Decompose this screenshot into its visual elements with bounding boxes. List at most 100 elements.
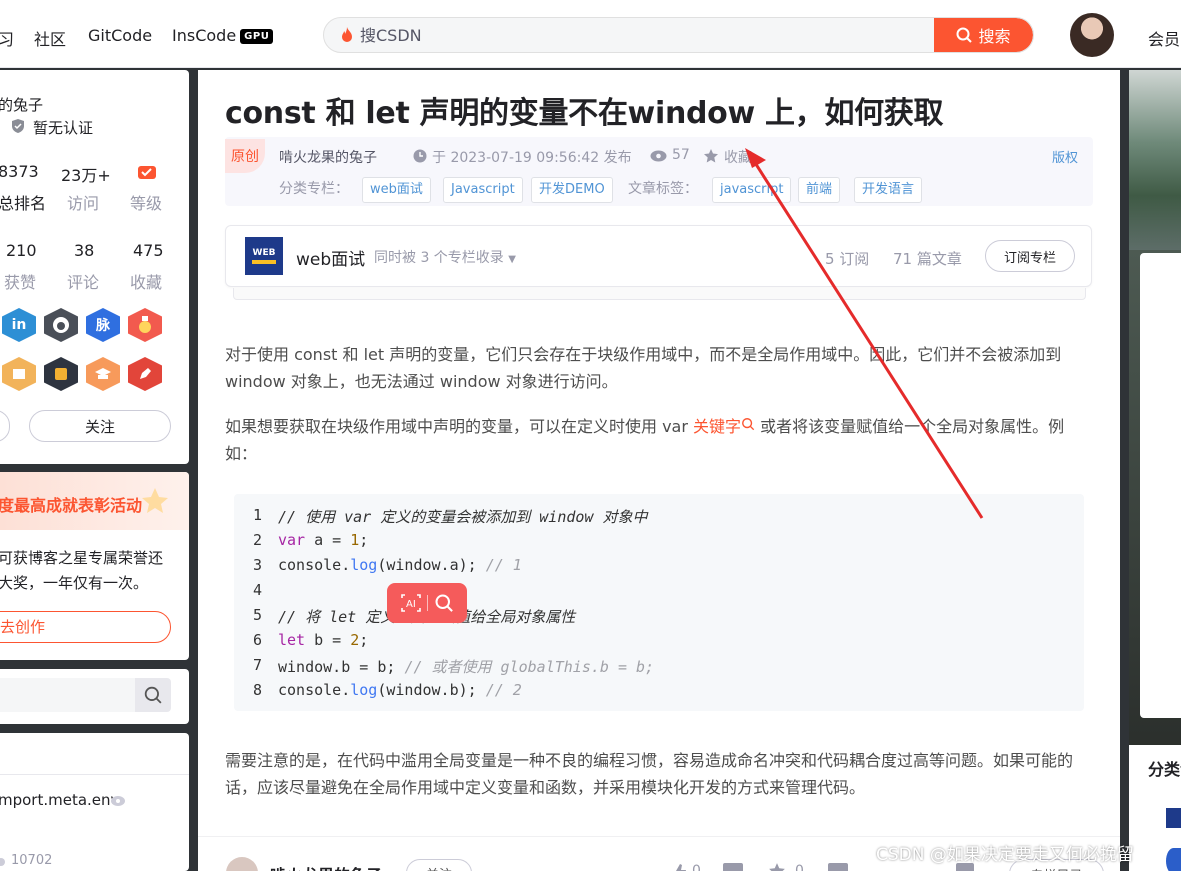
column-tag[interactable]: web面试 <box>362 177 431 203</box>
medal-icon <box>139 316 151 333</box>
publish-time: 于 2023-07-19 09:56:42 发布 <box>432 150 632 166</box>
column-also-text: 同时被 3 个专栏收录 <box>374 250 504 266</box>
pen-badge-icon[interactable] <box>128 357 162 391</box>
like-icon[interactable] <box>670 863 688 871</box>
category-icon[interactable] <box>1166 848 1181 871</box>
like-count: 0 <box>692 863 701 871</box>
column-also[interactable]: 同时被 3 个专栏收录 ▼ <box>374 247 516 267</box>
cert-status: 暂无认证 <box>33 119 94 137</box>
star-icon[interactable] <box>768 862 786 871</box>
code-line: window.b = b; // 或者使用 globalThis.b = b; <box>278 658 655 676</box>
line-number: 4 <box>252 581 262 599</box>
blog-search-input[interactable] <box>0 678 136 712</box>
hat-icon <box>95 368 111 379</box>
stat-favs-value: 475 <box>133 241 164 260</box>
watermark: CSDN @如果决定要走又何必挽留 <box>876 845 1134 865</box>
bottom-follow-button[interactable]: 关注 <box>406 859 472 871</box>
category-icon[interactable] <box>1166 808 1181 828</box>
bottom-author-name[interactable]: 啃火龙果的兔子 <box>270 862 382 871</box>
article-meta: 原创 啃火龙果的兔子 于 2023-07-19 09:56:42 发布 57 收… <box>225 137 1093 206</box>
ai-icon[interactable]: AI <box>400 593 422 613</box>
column-article-count: 71 篇文章 <box>893 250 962 268</box>
article-tag[interactable]: javascript <box>712 177 792 203</box>
column-tag[interactable]: Javascript <box>443 177 523 203</box>
article-title: const 和 let 声明的变量不在window 上，如何获取 <box>225 96 944 131</box>
tag-label: 文章标签： <box>628 181 698 197</box>
nav-item-learn[interactable]: 习 <box>0 26 14 50</box>
medal-badge-icon[interactable] <box>128 308 162 342</box>
toolbar-divider <box>427 595 429 611</box>
nav-item-inscode[interactable]: InsCode GPU <box>172 26 274 45</box>
line-number: 1 <box>252 506 262 524</box>
member-link[interactable]: 会员 <box>1148 26 1180 50</box>
search-bar: 搜索 <box>323 17 1034 53</box>
copyright-link[interactable]: 版权 <box>1052 147 1078 166</box>
code-line: console.log(window.b); // 2 <box>278 681 522 699</box>
code-line: let b = 2; <box>278 631 369 649</box>
study-badge-icon[interactable] <box>86 357 120 391</box>
subscribe-button[interactable]: 订阅专栏 <box>985 240 1075 272</box>
gpu-badge: GPU <box>240 29 274 44</box>
nav-item-gitcode[interactable]: GitCode <box>88 26 152 45</box>
profile-name[interactable]: 的兔子 <box>0 94 43 115</box>
column-logo-text: WEB <box>252 248 276 258</box>
logo-bar <box>252 260 276 264</box>
inscode-label: InsCode <box>172 26 237 45</box>
blog-search-button[interactable] <box>135 678 171 712</box>
article-tag[interactable]: 开发语言 <box>854 177 923 203</box>
nav-item-community[interactable]: 社区 <box>34 26 66 50</box>
column-name[interactable]: web面试 <box>296 245 365 270</box>
paragraph: 需要注意的是，在代码中滥用全局变量是一种不良的编程习惯，容易造成命名冲突和代码耦… <box>225 751 1074 797</box>
search-icon[interactable] <box>434 593 454 613</box>
collect-link[interactable]: 收藏 <box>724 147 752 167</box>
level-icon <box>138 166 156 179</box>
column-card: WEB web面试 同时被 3 个专栏收录 ▼ 5 订阅 71 篇文章 订阅专栏 <box>225 225 1092 300</box>
caret-down-icon: ▼ <box>508 254 516 265</box>
search-icon <box>956 27 973 43</box>
dislike-icon[interactable] <box>723 863 743 871</box>
create-button[interactable]: 去创作 <box>0 611 171 643</box>
top-navbar: 习 社区 GitCode InsCodeGPU 搜索 会员 <box>0 0 1181 68</box>
contact-badge-icon[interactable]: 脉 <box>86 308 120 342</box>
line-number: 8 <box>252 681 262 699</box>
code-block[interactable]: 1 2 3 4 5 6 7 8 // 使用 var 定义的变量会被添加到 win… <box>234 494 1084 711</box>
column-logo[interactable]: WEB <box>245 237 283 275</box>
article-tag[interactable]: 前端 <box>798 177 841 203</box>
svg-text:AI: AI <box>406 599 416 610</box>
user-avatar[interactable] <box>1070 13 1114 57</box>
promo-line2: 大奖，一年仅有一次。 <box>0 574 149 592</box>
search-input[interactable] <box>360 18 920 52</box>
divider <box>0 774 189 775</box>
side-panel <box>1140 253 1181 718</box>
keyword-link[interactable]: 关键字 <box>693 417 755 436</box>
column-label: 分类专栏： <box>279 181 349 197</box>
stat-rank-value: 8373 <box>0 162 39 181</box>
follow-button[interactable]: 关注 <box>29 410 171 442</box>
code-badge-icon[interactable] <box>44 357 78 391</box>
stat-rank-label: 总排名 <box>0 194 47 213</box>
clock-icon <box>413 149 427 163</box>
blogger-badge-icon[interactable] <box>2 357 36 391</box>
linkedin-badge-icon[interactable]: in <box>2 308 36 342</box>
promo-line1: 可获博客之星专属荣誉还 <box>0 549 164 567</box>
right-sidebar: 分类专 <box>1129 70 1181 871</box>
article-main: const 和 let 声明的变量不在window 上，如何获取 原创 啃火龙果… <box>198 70 1120 871</box>
comment-icon[interactable] <box>828 863 848 871</box>
line-number: 2 <box>252 531 262 549</box>
search-button[interactable]: 搜索 <box>934 18 1033 52</box>
column-tag[interactable]: 开发DEMO <box>531 177 613 203</box>
author-name[interactable]: 啃火龙果的兔子 <box>279 147 377 167</box>
star-icon <box>704 149 718 163</box>
author-avatar[interactable] <box>226 857 258 871</box>
popular-list-card: mport.meta.env 10702 <box>0 733 189 871</box>
banner-image[interactable] <box>1129 70 1181 250</box>
column-subs: 5 订阅 <box>825 250 870 268</box>
stat-likes-label: 获赞 <box>4 273 37 292</box>
github-badge-icon[interactable] <box>44 308 78 342</box>
message-button[interactable] <box>0 410 10 442</box>
list-item-title[interactable]: mport.meta.env <box>0 791 119 809</box>
stat-visits-value: 23万+ <box>61 166 111 185</box>
stat-comments-label: 评论 <box>67 273 100 292</box>
paragraph-text: 如果想要获取在块级作用域中声明的变量，可以在定义时使用 var <box>225 417 694 436</box>
code-line: // 使用 var 定义的变量会被添加到 window 对象中 <box>278 508 648 526</box>
